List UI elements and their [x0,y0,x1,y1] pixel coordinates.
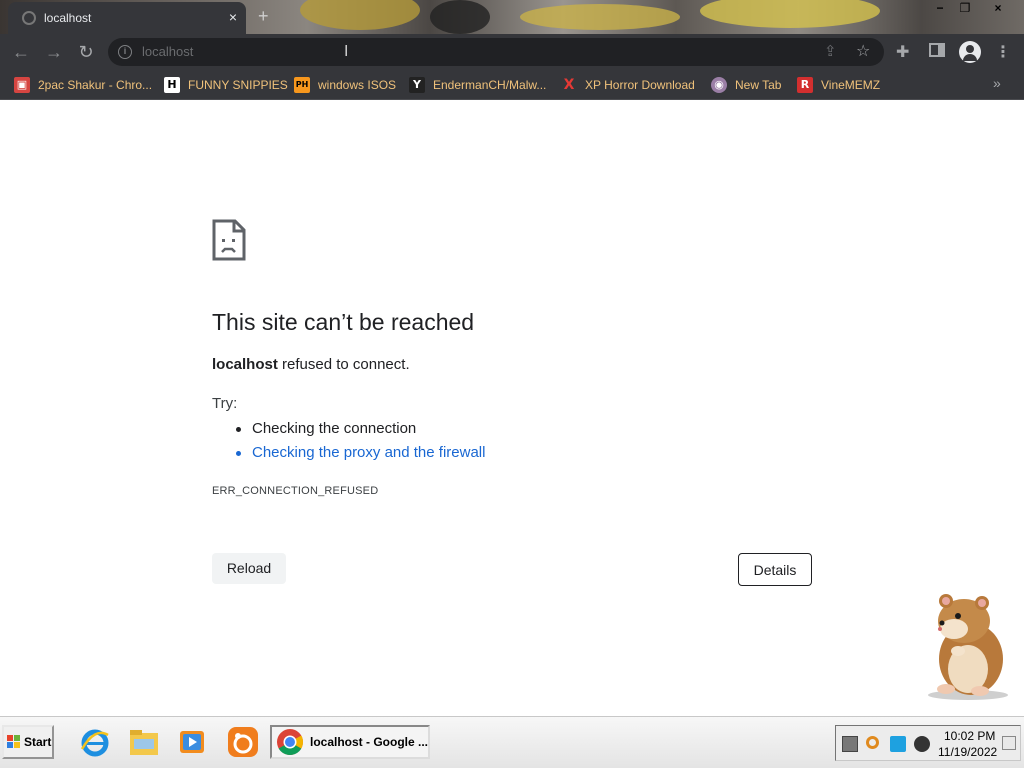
extensions-puzzle-icon[interactable]: ✚ [896,42,909,62]
speaker-icon[interactable] [914,736,930,752]
close-window-button[interactable]: × [983,0,1013,18]
gift-icon: ▣ [14,77,30,93]
wallpaper-graffiti [300,0,420,30]
forward-button[interactable]: → [42,40,66,64]
bookmark-item[interactable]: X XP Horror Download [561,76,695,94]
uc-browser-icon[interactable] [226,725,260,759]
action-center-icon[interactable] [1002,736,1016,750]
h-icon: H [164,77,180,93]
x-icon: X [563,77,575,93]
suggestion-check-connection: Checking the connection [235,419,485,443]
display-icon[interactable] [890,736,906,752]
globe-icon: ◉ [711,77,727,93]
tab-title: localhost [44,11,92,25]
windows-flag-icon [7,735,21,749]
back-button[interactable]: ← [9,40,33,64]
search-magnifier-icon[interactable] [866,736,879,749]
page-favicon-icon [22,11,36,25]
wallpaper-graffiti [430,0,490,34]
bookmark-label: windows ISOS [318,78,397,92]
error-message: localhost refused to connect. [212,356,410,373]
wallpaper-graffiti [520,4,680,30]
kebab-menu-icon[interactable]: ⋮ [995,42,1011,62]
browser-tab-strip: localhost × + − ❐ × [0,0,1024,34]
address-bar[interactable]: i localhost I ⇪ ☆ [108,38,884,66]
browser-toolbar: ← → ↻ i localhost I ⇪ ☆ ✚ ⋮ [0,34,1024,70]
bookmark-item[interactable]: ◉ New Tab [711,76,781,94]
url-text[interactable]: localhost [142,44,193,59]
tab-close-icon[interactable]: × [224,8,242,26]
error-code: ERR_CONNECTION_REFUSED [212,485,379,497]
details-button[interactable]: Details [738,553,812,586]
internet-explorer-icon[interactable] [78,725,112,759]
bookmark-star-icon[interactable]: ☆ [856,41,870,61]
ph-icon: PH [294,77,310,93]
error-page: This site can’t be reached localhost ref… [0,101,1024,716]
windows-taskbar: Start localhost - Google ... 10:02 PM 11… [0,716,1024,768]
maximize-button[interactable]: ❐ [950,0,980,18]
start-label: Start [24,735,52,749]
hamster-desktop-pet-image[interactable] [916,591,1012,701]
bookmark-item[interactable]: ▣ 2pac Shakur - Chro... [14,76,152,94]
file-explorer-icon[interactable] [127,725,161,759]
clock-time[interactable]: 10:02 PM [944,729,995,743]
clock-date[interactable]: 11/19/2022 [938,745,997,759]
refused-text: refused to connect. [277,356,410,373]
profile-avatar-icon[interactable] [959,41,981,63]
bookmarks-overflow-icon[interactable]: » [993,75,1001,91]
bookmark-item[interactable]: R VineMEMZ [797,76,880,94]
text-cursor-icon: I [344,43,349,60]
suggestion-check-proxy-link[interactable]: Checking the proxy and the firewall [235,443,485,467]
bookmark-label: 2pac Shakur - Chro... [38,78,153,92]
bookmark-item[interactable]: PH windows ISOS [294,76,396,94]
suggestions-list: Checking the connection Checking the pro… [235,419,485,467]
tab-localhost[interactable]: localhost × [8,2,246,34]
try-label: Try: [212,395,238,412]
reload-toolbar-button[interactable]: ↻ [74,40,98,64]
site-info-icon[interactable]: i [118,45,132,59]
media-player-icon[interactable] [176,725,210,759]
side-panel-icon[interactable] [929,43,945,57]
reload-button[interactable]: Reload [212,553,286,584]
taskbar-window-title: localhost - Google ... [309,735,428,749]
start-button[interactable]: Start [2,725,54,759]
r-icon: R [797,77,813,93]
refused-host: localhost [212,356,278,373]
taskbar-chrome-window[interactable]: localhost - Google ... [270,725,430,759]
network-icon[interactable] [842,736,858,752]
bookmark-label: VineMEMZ [821,78,881,92]
new-tab-button[interactable]: + [258,6,269,27]
share-icon[interactable]: ⇪ [824,42,837,60]
wallpaper-graffiti [700,0,880,28]
bookmark-label: EndermanCH/Malw... [433,78,547,92]
bookmark-label: FUNNY SNIPPIES [188,78,288,92]
sad-document-icon [212,219,246,261]
system-tray: 10:02 PM 11/19/2022 [835,725,1021,761]
bookmark-label: XP Horror Download [585,78,695,92]
bookmarks-bar: ▣ 2pac Shakur - Chro... H FUNNY SNIPPIES… [0,70,1024,100]
bookmark-label: New Tab [735,78,782,92]
chrome-icon [276,729,303,755]
error-title: This site can’t be reached [212,309,475,335]
yp-icon: Y [409,77,425,93]
bookmark-item[interactable]: Y EndermanCH/Malw... [409,76,546,94]
bookmark-item[interactable]: H FUNNY SNIPPIES [164,76,288,94]
